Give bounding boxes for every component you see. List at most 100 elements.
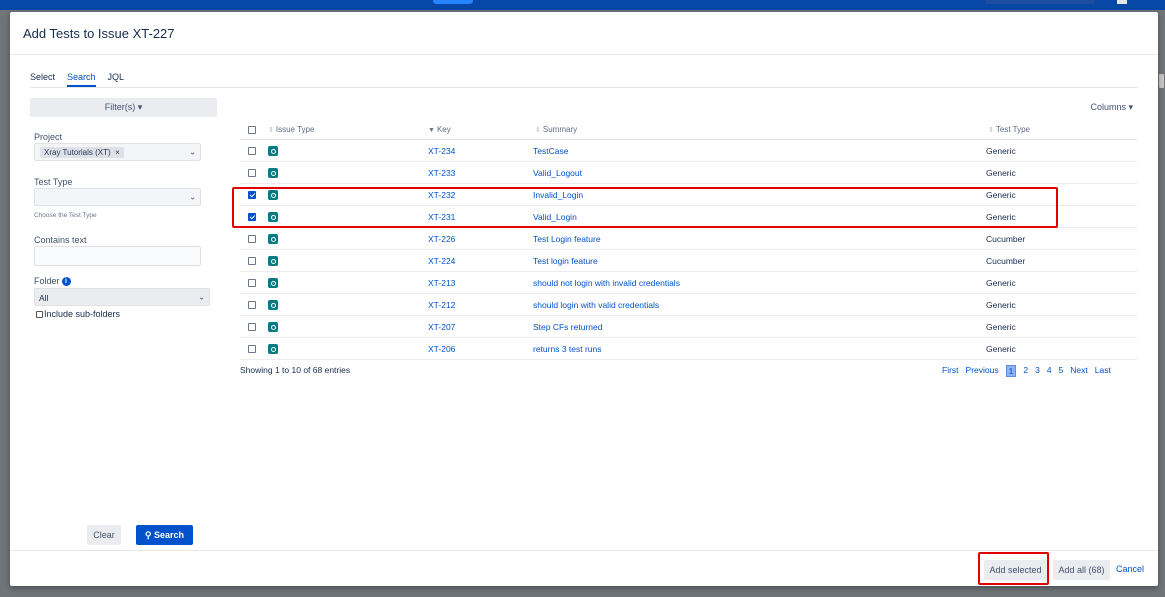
summary-link[interactable]: Test Login feature (533, 234, 601, 244)
summary-link[interactable]: should login with valid credentials (533, 300, 659, 310)
search-mode-tabs: Select Search JQL (30, 72, 136, 87)
tab-select[interactable]: Select (30, 72, 55, 87)
sort-desc-icon: ▼ (428, 127, 435, 134)
issue-key-link[interactable]: XT-206 (428, 344, 455, 354)
search-icon: ⚲ (144, 530, 152, 540)
include-subfolders-label: Include sub-folders (44, 309, 121, 319)
issue-key-link[interactable]: XT-233 (428, 168, 455, 178)
folder-label: Folder (34, 276, 60, 286)
summary-link[interactable]: should not login with invalid credential… (533, 278, 680, 288)
project-label: Project (34, 132, 63, 142)
row-checkbox[interactable] (248, 147, 256, 155)
issue-key-link[interactable]: XT-212 (428, 300, 455, 310)
table-row[interactable]: XT-226 Test Login feature Cucumber (240, 228, 1137, 250)
table-body: XT-234 TestCase Generic XT-233 Valid_Logout G… (240, 140, 1137, 360)
background-nav-icon (1117, 0, 1127, 4)
table-row[interactable]: XT-206 returns 3 test runs Generic (240, 338, 1137, 360)
test-type-cell: Generic (986, 322, 1016, 332)
contains-text-input[interactable] (34, 246, 201, 266)
cancel-link[interactable]: Cancel (1116, 564, 1144, 574)
background-top-bar (0, 0, 1165, 10)
test-type-cell: Generic (986, 168, 1016, 178)
include-subfolders-row: Include sub-folders (36, 309, 120, 319)
filters-toggle-button[interactable]: Filter(s) ▾ (30, 98, 217, 117)
page-previous[interactable]: Previous (966, 365, 999, 377)
background-nav-button (433, 0, 473, 4)
tab-jql[interactable]: JQL (108, 72, 125, 87)
columns-button[interactable]: Columns ▾ (1090, 102, 1133, 113)
pagination: First Previous 1 2 3 4 5 Next Last (942, 365, 1118, 377)
include-subfolders-checkbox[interactable] (36, 311, 43, 319)
page-1[interactable]: 1 (1005, 365, 1017, 377)
table-row[interactable]: XT-233 Valid_Logout Generic (240, 162, 1137, 184)
folder-label-row: Folder i (34, 276, 71, 287)
row-checkbox[interactable] (248, 323, 256, 331)
column-issue-type[interactable]: ⇕ Issue Type (268, 125, 314, 134)
project-tag: Xray Tutorials (XT) × (40, 147, 124, 158)
row-checkbox[interactable] (248, 279, 256, 287)
test-type-cell: Cucumber (986, 256, 1026, 266)
table-row[interactable]: XT-213 should not login with invalid cred… (240, 272, 1137, 294)
search-button-label: Search (154, 530, 185, 540)
table-header: ⇕ Issue Type ▼ Key ⇕ Summary ⇕ Test Type (240, 120, 1137, 140)
column-test-type[interactable]: ⇕ Test Type (988, 125, 1030, 134)
issue-key-link[interactable]: XT-207 (428, 322, 455, 332)
page-last[interactable]: Last (1095, 365, 1111, 377)
test-issue-icon (268, 256, 278, 266)
column-summary-label: Summary (542, 125, 578, 134)
select-all-checkbox[interactable] (248, 126, 256, 134)
test-type-label: Test Type (34, 177, 73, 187)
test-type-select[interactable]: ⌄ (34, 188, 201, 206)
folder-select[interactable]: All ⌄ (34, 288, 210, 306)
issue-key-link[interactable]: XT-234 (428, 146, 455, 156)
row-checkbox[interactable] (248, 169, 256, 177)
row-checkbox[interactable] (248, 235, 256, 243)
project-select[interactable]: Xray Tutorials (XT) × ⌄ (34, 143, 201, 161)
summary-link[interactable]: returns 3 test runs (533, 344, 602, 354)
row-checkbox[interactable] (248, 257, 256, 265)
info-icon[interactable]: i (61, 277, 71, 287)
column-summary[interactable]: ⇕ Summary (535, 125, 577, 134)
test-issue-icon (268, 278, 278, 288)
issue-key-link[interactable]: XT-213 (428, 278, 455, 288)
issue-key-link[interactable]: XT-224 (428, 256, 455, 266)
sort-icon: ⇕ (535, 127, 541, 134)
test-issue-icon (268, 322, 278, 332)
page-scrollbar[interactable] (1158, 70, 1165, 597)
summary-link[interactable]: Valid_Logout (533, 168, 582, 178)
table-row[interactable]: XT-234 TestCase Generic (240, 140, 1137, 162)
clear-button[interactable]: Clear (87, 525, 121, 545)
page-4[interactable]: 4 (1047, 365, 1052, 377)
tab-search[interactable]: Search (67, 72, 96, 87)
tabs-divider (30, 87, 1138, 88)
remove-project-icon[interactable]: × (115, 148, 120, 157)
background-search-bar (985, 0, 1095, 4)
column-key[interactable]: ▼ Key (428, 125, 451, 134)
test-issue-icon (268, 344, 278, 354)
table-row[interactable]: XT-212 should login with valid credential… (240, 294, 1137, 316)
column-issue-type-label: Issue Type (275, 125, 315, 134)
add-all-button[interactable]: Add all (68) (1053, 560, 1110, 580)
table-row[interactable]: XT-224 Test login feature Cucumber (240, 250, 1137, 272)
issue-key-link[interactable]: XT-226 (428, 234, 455, 244)
sort-icon: ⇕ (268, 127, 274, 134)
summary-link[interactable]: Test login feature (533, 256, 598, 266)
page-next[interactable]: Next (1070, 365, 1087, 377)
row-checkbox[interactable] (248, 345, 256, 353)
table-row[interactable]: XT-207 Step CFs returned Generic (240, 316, 1137, 338)
test-issue-icon (268, 300, 278, 310)
summary-link[interactable]: Step CFs returned (533, 322, 602, 332)
page-first[interactable]: First (942, 365, 959, 377)
page-5[interactable]: 5 (1059, 365, 1064, 377)
add-selected-highlight (978, 552, 1049, 585)
test-issue-icon (268, 234, 278, 244)
search-button[interactable]: ⚲ Search (136, 525, 193, 545)
row-checkbox[interactable] (248, 301, 256, 309)
page-3[interactable]: 3 (1035, 365, 1040, 377)
test-type-cell: Cucumber (986, 234, 1026, 244)
test-type-cell: Generic (986, 344, 1016, 354)
summary-link[interactable]: TestCase (533, 146, 568, 156)
dialog-header: Add Tests to Issue XT-227 (10, 12, 1158, 55)
scrollbar-thumb[interactable] (1159, 74, 1164, 88)
page-2[interactable]: 2 (1023, 365, 1028, 377)
